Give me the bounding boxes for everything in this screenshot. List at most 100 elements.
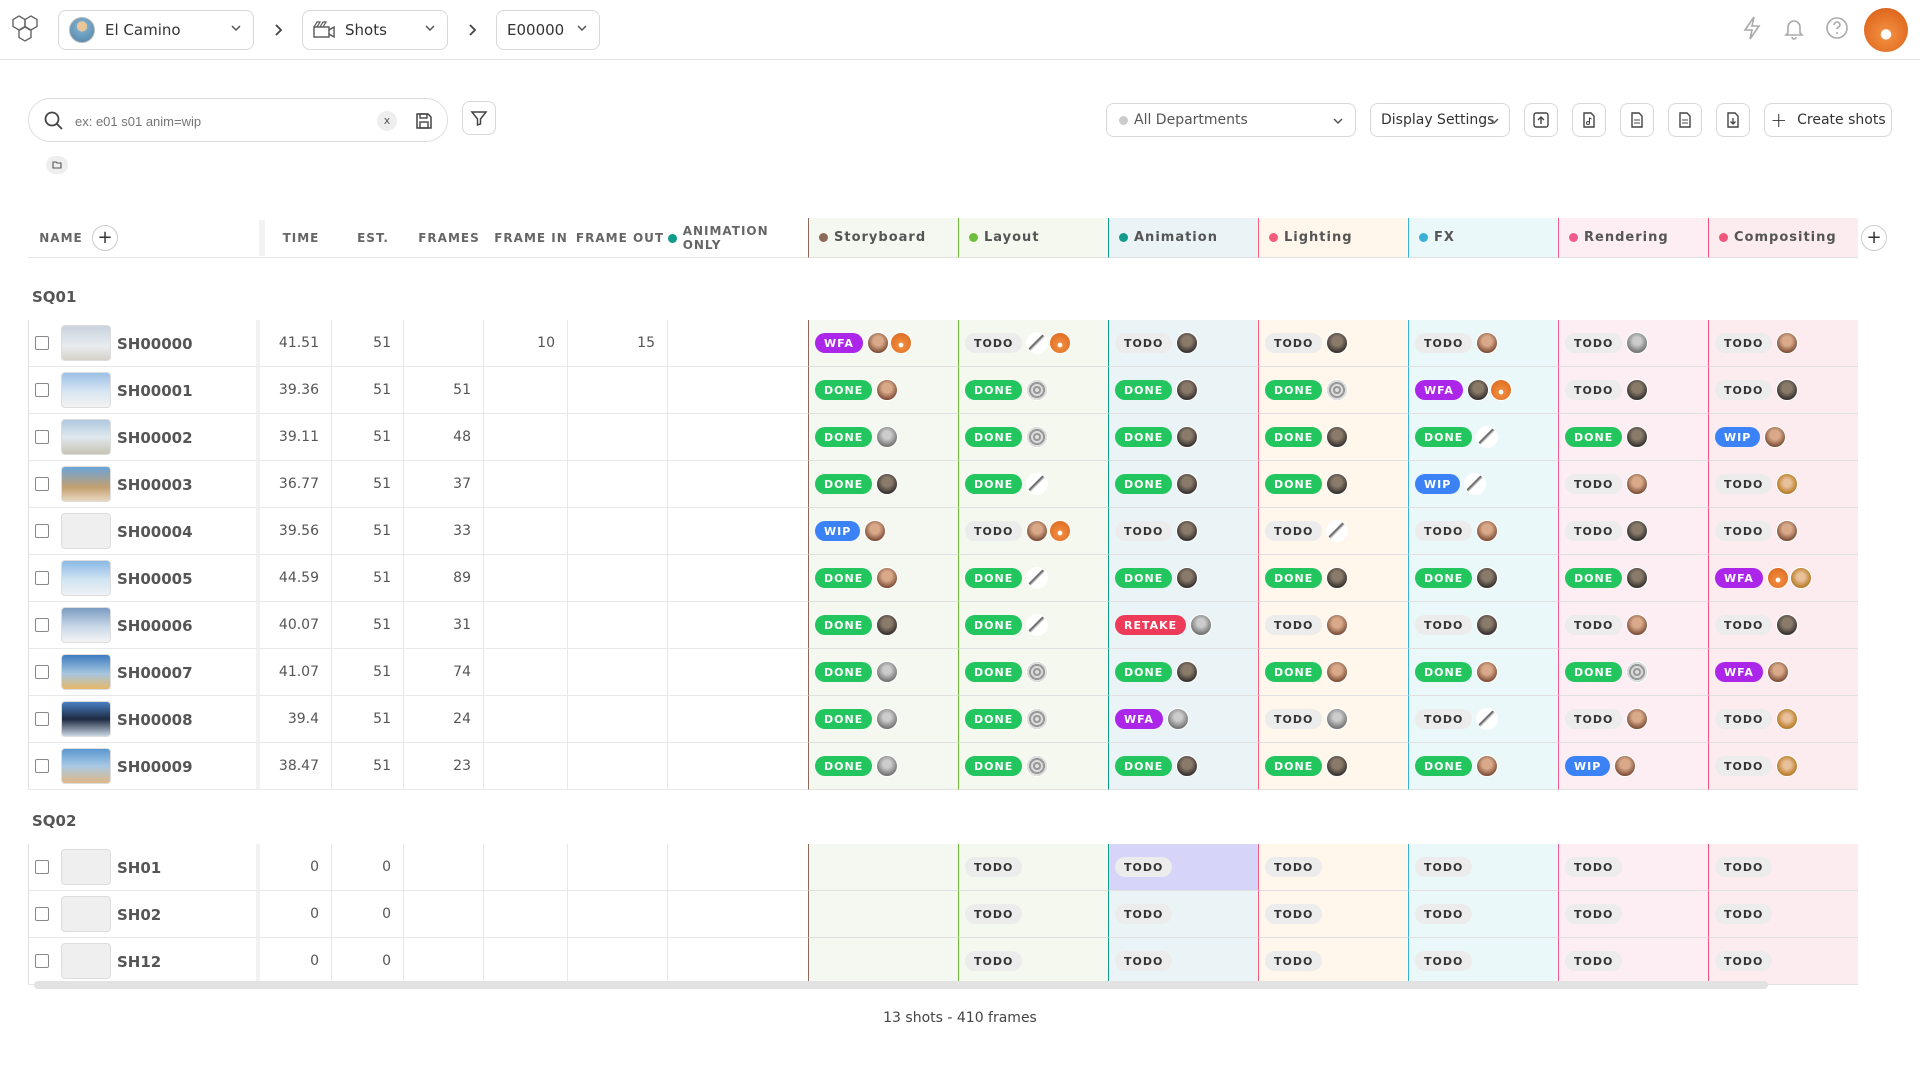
- assignee-avatar[interactable]: [1476, 426, 1499, 448]
- assignee-avatar[interactable]: [876, 426, 899, 448]
- cell-fout[interactable]: [568, 844, 668, 891]
- cell-frames[interactable]: [404, 844, 484, 891]
- task-status-cell[interactable]: DONE: [808, 743, 958, 790]
- assignee-avatar[interactable]: [876, 379, 899, 401]
- assignee-avatar[interactable]: [1326, 426, 1349, 448]
- assignee-avatar[interactable]: [1476, 520, 1499, 542]
- status-badge[interactable]: TODO: [1415, 857, 1473, 877]
- assignee-avatar[interactable]: [1476, 332, 1499, 354]
- assignee-avatar[interactable]: [1026, 661, 1049, 683]
- status-badge[interactable]: TODO: [1565, 615, 1623, 635]
- cell-fout[interactable]: [568, 891, 668, 938]
- cell-frames[interactable]: [404, 938, 484, 985]
- shot-name[interactable]: SH00008: [117, 696, 193, 743]
- task-status-cell[interactable]: TODO: [1408, 320, 1558, 367]
- table-row[interactable]: SH00005 44.59 51 89 DONE DONE DONE DONE DONE DONE…: [28, 555, 1892, 602]
- task-status-cell[interactable]: DONE: [958, 602, 1108, 649]
- shot-name[interactable]: SH00009: [117, 743, 193, 790]
- status-badge[interactable]: WIP: [1565, 756, 1611, 776]
- cell-animation-only[interactable]: [668, 844, 808, 891]
- task-status-cell[interactable]: TODO: [1408, 891, 1558, 938]
- task-status-cell[interactable]: TODO: [1708, 320, 1858, 367]
- cell-est[interactable]: 51: [332, 461, 404, 508]
- table-row[interactable]: SH12 0 0 TODO TODO TODO TODO TODO TODO: [28, 938, 1892, 985]
- assignee-avatar[interactable]: [1489, 379, 1512, 401]
- status-badge[interactable]: DONE: [1415, 756, 1473, 776]
- task-column-layout[interactable]: Layout: [958, 218, 1108, 258]
- shot-thumbnail[interactable]: [61, 372, 111, 408]
- assignee-avatar[interactable]: [1026, 567, 1049, 589]
- task-status-cell[interactable]: TODO: [1708, 696, 1858, 743]
- status-badge[interactable]: TODO: [1565, 380, 1623, 400]
- save-icon[interactable]: [413, 110, 435, 132]
- status-badge[interactable]: TODO: [1115, 951, 1173, 971]
- shot-thumbnail[interactable]: [61, 466, 111, 502]
- cell-fin[interactable]: [484, 891, 568, 938]
- assignee-avatar[interactable]: [1476, 708, 1499, 730]
- status-badge[interactable]: TODO: [1415, 615, 1473, 635]
- task-status-cell[interactable]: TODO: [1558, 320, 1708, 367]
- cell-fout[interactable]: [568, 508, 668, 555]
- assignee-avatar[interactable]: [866, 332, 889, 354]
- table-row[interactable]: SH01 0 0 TODO TODO TODO TODO TODO TODO: [28, 844, 1892, 891]
- assignee-avatar[interactable]: [1626, 520, 1649, 542]
- assignee-avatar[interactable]: [876, 755, 899, 777]
- assignee-avatar[interactable]: [1776, 614, 1799, 636]
- cell-est[interactable]: 0: [332, 938, 404, 985]
- task-status-cell[interactable]: TODO: [1708, 461, 1858, 508]
- cell-est[interactable]: 51: [332, 320, 404, 367]
- task-status-cell[interactable]: TODO: [958, 320, 1108, 367]
- assignee-avatar[interactable]: [1026, 473, 1049, 495]
- col-frame-in[interactable]: FRAME IN: [490, 218, 572, 258]
- shot-name-cell[interactable]: SH00002: [28, 414, 260, 461]
- cell-est[interactable]: 0: [332, 891, 404, 938]
- task-status-cell[interactable]: DONE: [1108, 649, 1258, 696]
- task-status-cell[interactable]: TODO: [1108, 938, 1258, 985]
- task-status-cell[interactable]: TODO: [1408, 696, 1558, 743]
- cell-fout[interactable]: [568, 743, 668, 790]
- shot-name[interactable]: SH00007: [117, 649, 193, 696]
- status-badge[interactable]: DONE: [965, 709, 1023, 729]
- search-input[interactable]: [75, 109, 375, 133]
- task-status-cell[interactable]: TODO: [1558, 938, 1708, 985]
- cell-frames[interactable]: 89: [404, 555, 484, 602]
- task-status-cell[interactable]: DONE: [1408, 743, 1558, 790]
- status-badge[interactable]: TODO: [1415, 904, 1473, 924]
- task-status-cell[interactable]: TODO: [1708, 938, 1858, 985]
- status-badge[interactable]: TODO: [1715, 857, 1773, 877]
- status-badge[interactable]: DONE: [965, 380, 1023, 400]
- task-status-cell[interactable]: DONE: [958, 367, 1108, 414]
- row-checkbox[interactable]: [35, 477, 49, 491]
- assignee-avatar[interactable]: [1176, 661, 1199, 683]
- status-badge[interactable]: DONE: [1115, 662, 1173, 682]
- shot-name-cell[interactable]: SH02: [28, 891, 260, 938]
- cell-animation-only[interactable]: [668, 938, 808, 985]
- cell-fin[interactable]: [484, 844, 568, 891]
- assignee-avatar[interactable]: [1476, 661, 1499, 683]
- cell-fin[interactable]: [484, 555, 568, 602]
- cell-animation-only[interactable]: [668, 461, 808, 508]
- cell-fin[interactable]: [484, 508, 568, 555]
- shot-name[interactable]: SH00000: [117, 320, 193, 367]
- row-checkbox[interactable]: [35, 383, 49, 397]
- cell-animation-only[interactable]: [668, 555, 808, 602]
- status-badge[interactable]: TODO: [1565, 333, 1623, 353]
- assignee-avatar[interactable]: [876, 614, 899, 636]
- cell-frames[interactable]: 37: [404, 461, 484, 508]
- status-badge[interactable]: DONE: [815, 615, 873, 635]
- cell-frames[interactable]: 31: [404, 602, 484, 649]
- row-checkbox[interactable]: [35, 907, 49, 921]
- table-row[interactable]: SH00006 40.07 51 31 DONE DONE RETAKE TODO TODO TO…: [28, 602, 1892, 649]
- cell-fout[interactable]: [568, 696, 668, 743]
- cell-time[interactable]: 0: [260, 938, 332, 985]
- assignee-avatar[interactable]: [1326, 755, 1349, 777]
- cell-animation-only[interactable]: [668, 891, 808, 938]
- status-badge[interactable]: TODO: [1265, 615, 1323, 635]
- shot-thumbnail[interactable]: [61, 849, 111, 885]
- assignee-avatar[interactable]: [1026, 426, 1049, 448]
- assignee-avatar[interactable]: [876, 708, 899, 730]
- task-status-cell[interactable]: WFA: [808, 320, 958, 367]
- production-selector[interactable]: El Camino: [58, 10, 254, 50]
- task-status-cell[interactable]: TODO: [1558, 461, 1708, 508]
- shot-name[interactable]: SH00002: [117, 414, 193, 461]
